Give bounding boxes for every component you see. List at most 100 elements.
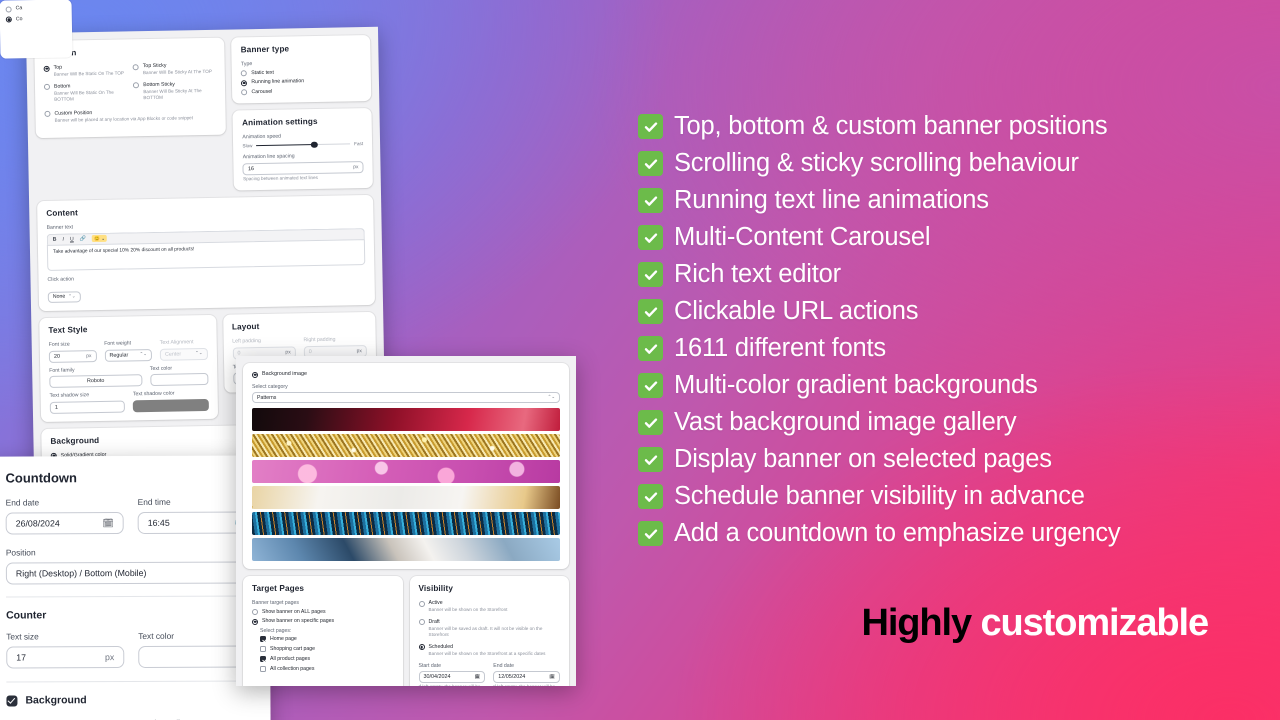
checkbox-icon[interactable]	[260, 656, 266, 662]
checkbox-icon[interactable]	[260, 666, 266, 672]
visibility-option-scheduled[interactable]: Scheduled Banner will be shown on the St…	[418, 644, 561, 658]
visibility-start-date-input[interactable]: 30/04/2024 🗓	[418, 671, 486, 684]
thumbnail-white-gold-marble[interactable]	[252, 486, 560, 509]
background-image-card: Background image Select category Pattern…	[243, 363, 569, 569]
visibility-end-date-input[interactable]: 12/05/2024 🗓	[493, 671, 560, 684]
bold-icon[interactable]: B	[53, 236, 57, 242]
visibility-option-active[interactable]: Active Banner will be shown on the Store…	[418, 600, 561, 614]
position-option-top-sticky[interactable]: Top Sticky Banner Will Be Sticky At The …	[132, 62, 216, 77]
animation-card-title: Animation settings	[241, 116, 318, 128]
radio-icon[interactable]	[418, 644, 425, 651]
background-image-option[interactable]: Background image	[252, 371, 560, 378]
calendar-icon[interactable]: 🗓	[102, 518, 113, 529]
fragment-option-carousel[interactable]: Ca	[5, 4, 66, 13]
feature-label: Add a countdown to emphasize urgency	[674, 519, 1121, 547]
page-checkbox-products[interactable]: All product pages	[260, 656, 394, 662]
counter-background-checkbox[interactable]	[6, 694, 18, 707]
target-pages-option-all[interactable]: Show banner on ALL pages	[252, 609, 394, 615]
underline-icon[interactable]: U	[70, 236, 74, 242]
radio-icon[interactable]	[241, 89, 248, 96]
page-checkbox-home[interactable]: Home page	[260, 636, 394, 642]
feature-label: Running text line animations	[674, 186, 989, 214]
divider	[6, 680, 257, 683]
check-icon	[638, 410, 663, 435]
radio-icon[interactable]	[418, 600, 425, 607]
emoji-picker-icon[interactable]: 😊 ⌄	[92, 234, 108, 243]
font-family-select[interactable]: Roboto	[49, 374, 143, 389]
link-icon[interactable]: 🔗	[80, 236, 87, 242]
page-checkbox-cart[interactable]: Shopping cart page	[260, 646, 394, 652]
position-option-top[interactable]: Top Banner Will Be Static On The TOP	[43, 63, 127, 78]
counter-text-size-input[interactable]: 17 px	[6, 646, 125, 669]
thumbnail-pink-bokeh[interactable]	[252, 460, 560, 483]
calendar-icon[interactable]: 🗓	[475, 674, 481, 680]
radio-icon[interactable]	[241, 79, 248, 86]
radio-icon[interactable]	[132, 63, 139, 70]
font-weight-select[interactable]: Regular ⌃⌄	[104, 348, 153, 362]
radio-icon[interactable]	[133, 82, 140, 89]
feature-item: Schedule banner visibility in advance	[638, 478, 1238, 515]
slider-handle[interactable]	[311, 141, 318, 148]
feature-item: Top, bottom & custom banner positions	[638, 108, 1238, 145]
radio-icon[interactable]	[5, 5, 12, 13]
visibility-end-date-label: End date	[493, 662, 515, 669]
right-padding-label: Right padding	[303, 336, 336, 344]
fragment-option-countdown[interactable]: Co	[5, 15, 66, 23]
banner-type-option-running-line[interactable]: Running line animation	[241, 77, 362, 86]
banner-type-option-carousel[interactable]: Carousel	[241, 87, 362, 96]
thumbnail-blue-gold-agate[interactable]	[252, 512, 560, 535]
radio-icon[interactable]	[252, 609, 258, 615]
italic-icon[interactable]: I	[62, 236, 64, 242]
text-color-swatch[interactable]	[149, 373, 209, 387]
banner-text-input[interactable]: Take advantage of our special 10% 20% di…	[46, 238, 366, 271]
check-icon	[638, 373, 663, 398]
end-date-label: End date	[5, 497, 40, 508]
animation-speed-label: Animation speed	[242, 133, 282, 141]
radio-icon[interactable]	[44, 111, 51, 118]
position-option-bottom[interactable]: Bottom Banner Will Be Static On The BOTT…	[43, 82, 128, 104]
radio-icon[interactable]	[43, 83, 51, 91]
feature-item: Clickable URL actions	[638, 293, 1238, 330]
radio-icon[interactable]	[252, 371, 258, 378]
page-checkbox-collections[interactable]: All collection pages	[260, 666, 394, 672]
checkbox-icon[interactable]	[260, 646, 266, 652]
thumbnail-blue-polygon[interactable]	[252, 538, 560, 561]
checkbox-icon[interactable]	[260, 636, 266, 642]
animation-speed-slider[interactable]: Slow Fast	[242, 141, 363, 148]
animation-line-spacing-input[interactable]: 16 px	[242, 160, 364, 175]
calendar-icon[interactable]: 🗓	[549, 674, 555, 680]
thumbnail-gold-glitter[interactable]	[252, 434, 560, 457]
countdown-position-select[interactable]: Right (Desktop) / Bottom (Mobile) ⌄	[5, 561, 256, 585]
radio-icon[interactable]	[241, 70, 248, 77]
text-shadow-size-input[interactable]: 1	[49, 400, 126, 414]
visibility-card-title: Visibility	[418, 584, 454, 593]
tagline-dark-word: Highly	[861, 602, 972, 644]
select-pages-label: Select pages:	[260, 627, 292, 634]
banner-type-option-static[interactable]: Static text	[241, 68, 362, 77]
radio-icon[interactable]	[418, 619, 425, 626]
end-date-input[interactable]: 26/08/2024 🗓	[5, 512, 124, 535]
text-shadow-color-swatch[interactable]	[133, 398, 209, 413]
check-icon	[638, 151, 663, 176]
visibility-option-draft[interactable]: Draft Banner will be saved as draft. It …	[418, 619, 561, 639]
slider-track[interactable]	[256, 141, 351, 148]
position-option-bottom-sticky[interactable]: Bottom Sticky Banner Will Be Sticky At T…	[133, 80, 217, 102]
click-action-select[interactable]: None ⌃⌄	[47, 290, 81, 303]
radio-icon[interactable]	[252, 618, 258, 625]
check-icon	[638, 447, 663, 472]
feature-label: Rich text editor	[674, 260, 841, 288]
check-icon	[638, 262, 663, 287]
category-select[interactable]: Patterns ⌃⌄	[252, 392, 560, 403]
thumbnail-red-bokeh[interactable]	[252, 408, 560, 431]
feature-list: Top, bottom & custom banner positions Scr…	[638, 108, 1238, 552]
counter-section-title: Counter	[6, 609, 47, 622]
target-pages-option-specific[interactable]: Show banner on specific pages	[252, 618, 394, 625]
visibility-card: Visibility Active Banner will be shown o…	[409, 576, 569, 686]
radio-icon[interactable]	[5, 16, 12, 23]
position-option-custom[interactable]: Custom Position Banner will be placed at…	[44, 108, 217, 125]
feature-label: Clickable URL actions	[674, 297, 919, 325]
radio-icon[interactable]	[43, 65, 50, 72]
font-size-input[interactable]: 20 px	[48, 349, 97, 363]
text-shadow-size-label: Text shadow size	[49, 392, 90, 400]
feature-item: Rich text editor	[638, 256, 1238, 293]
